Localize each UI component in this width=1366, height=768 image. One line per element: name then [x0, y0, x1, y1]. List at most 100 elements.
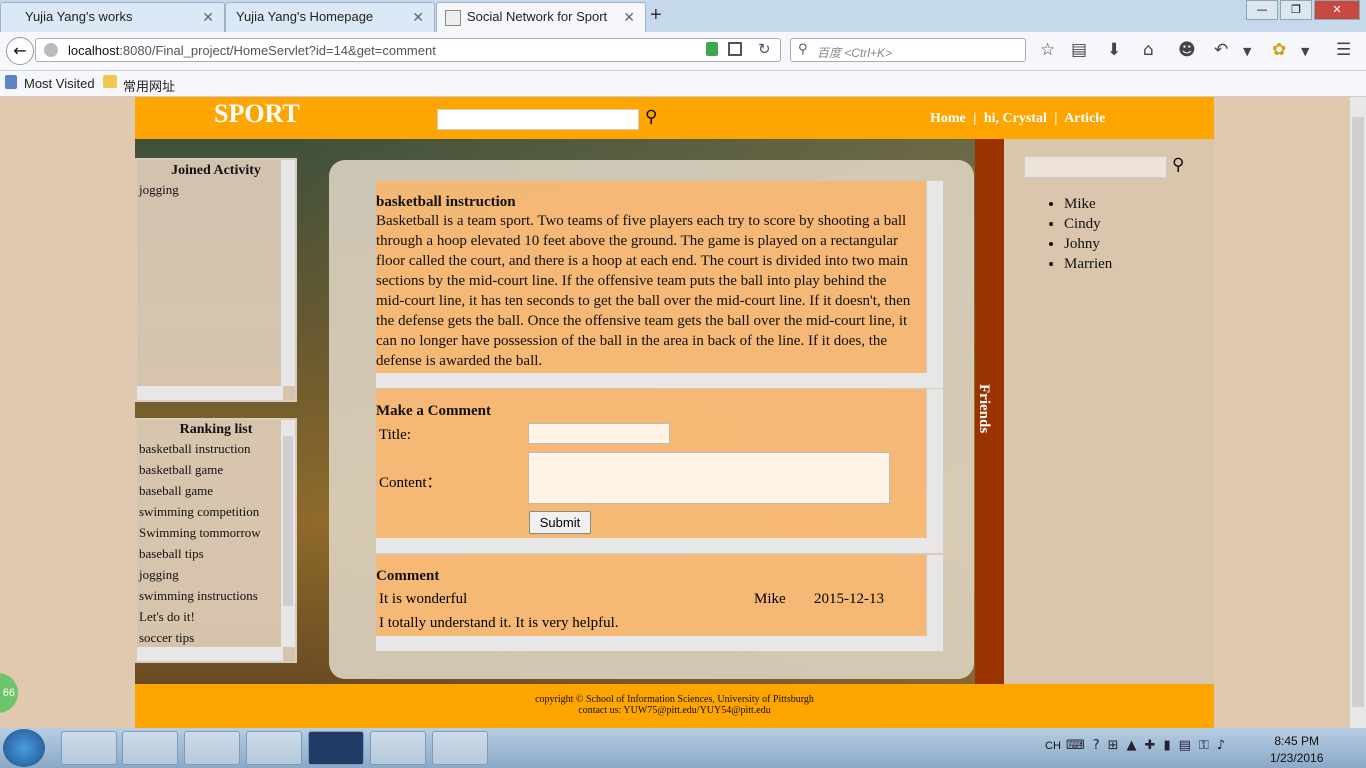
- friend-search-input[interactable]: [1024, 156, 1167, 178]
- clock[interactable]: 8:45 PM 1/23/2016: [1270, 733, 1323, 767]
- tab-works[interactable]: Yujia Yang's works ✕: [0, 2, 225, 32]
- vertical-scrollbar[interactable]: [281, 160, 295, 386]
- tab-label: Social Network for Sport: [467, 9, 608, 24]
- nav-home[interactable]: Home: [930, 111, 966, 126]
- tab-label: Yujia Yang's works: [25, 9, 133, 24]
- site-search-input[interactable]: [437, 109, 639, 130]
- title-label: Title:: [379, 427, 411, 443]
- home-icon[interactable]: ⌂: [1143, 40, 1154, 60]
- form-horizontal-scrollbar[interactable]: [376, 538, 943, 553]
- ranking-item[interactable]: Swimming tommorrow: [139, 522, 295, 543]
- ranking-item[interactable]: soccer tips: [139, 627, 295, 646]
- language-indicator[interactable]: CH: [1045, 740, 1061, 752]
- menu-icon[interactable]: ☰: [1336, 40, 1351, 60]
- ranking-item[interactable]: Let's do it!: [139, 606, 295, 627]
- bookmarks-bar: Most Visited 常用网址: [0, 71, 1366, 97]
- browser-search-input[interactable]: ⚲ 百度 <Ctrl+K>: [790, 38, 1026, 62]
- form-vertical-scrollbar[interactable]: [927, 389, 943, 538]
- comment-form-box: Make a Comment Title: Content： Submit: [376, 389, 926, 538]
- extension-icon[interactable]: ✿: [1272, 40, 1286, 60]
- article-vertical-scrollbar[interactable]: [927, 181, 943, 373]
- shield-icon[interactable]: [706, 42, 718, 56]
- nav-article[interactable]: Article: [1064, 111, 1105, 126]
- bookmark-icon: [5, 75, 17, 89]
- explorer-icon[interactable]: [61, 731, 117, 765]
- clock-time: 8:45 PM: [1274, 734, 1320, 748]
- new-tab-button[interactable]: +: [650, 4, 662, 27]
- content-label: Content：: [379, 475, 442, 491]
- ranking-list-panel: Ranking list basketball instruction bask…: [135, 418, 297, 663]
- ranking-item[interactable]: basketball game: [139, 459, 295, 480]
- maximize-icon[interactable]: ❐: [1280, 0, 1312, 20]
- comment-form-heading: Make a Comment: [376, 403, 491, 419]
- friends-label[interactable]: Friends: [975, 384, 992, 433]
- friend-item[interactable]: Johny: [1064, 234, 1112, 254]
- comment-author[interactable]: Mike: [754, 591, 786, 608]
- tab-homepage[interactable]: Yujia Yang's Homepage ✕: [225, 2, 435, 32]
- close-window-icon[interactable]: ✕: [1314, 0, 1360, 20]
- virtualbox-icon[interactable]: [370, 731, 426, 765]
- article-horizontal-scrollbar[interactable]: [376, 373, 943, 388]
- chevron-down-icon[interactable]: ▼: [1243, 45, 1251, 58]
- firefox-icon[interactable]: [184, 731, 240, 765]
- system-tray-icons[interactable]: ⌨?⊞▲✚▮▤⚿♪: [1066, 738, 1246, 758]
- submit-button[interactable]: Submit: [529, 511, 591, 534]
- search-placeholder: 百度 <Ctrl+K>: [817, 46, 893, 60]
- clock-date: 1/23/2016: [1270, 751, 1324, 765]
- comment-text: I totally understand it. It is very help…: [379, 615, 619, 631]
- ranking-item[interactable]: baseball game: [139, 480, 295, 501]
- word-icon[interactable]: [432, 731, 488, 765]
- comments-horizontal-scrollbar[interactable]: [376, 636, 943, 651]
- start-button[interactable]: [3, 729, 45, 767]
- article-title: basketball instruction: [376, 194, 516, 210]
- chevron-down-icon[interactable]: ▼: [1301, 45, 1309, 58]
- reload-icon[interactable]: ↻: [758, 40, 771, 58]
- url-bar[interactable]: localhost:8080/Final_project/HomeServlet…: [35, 38, 781, 62]
- qr-code-icon[interactable]: [728, 42, 742, 56]
- undo-icon[interactable]: ↶: [1214, 40, 1228, 60]
- reading-list-icon[interactable]: ▤: [1071, 40, 1087, 60]
- ranking-item[interactable]: jogging: [139, 564, 295, 585]
- photoshop-icon[interactable]: [308, 731, 364, 765]
- footer-contact: contact us: YUW75@pitt.edu/YUY54@pitt.ed…: [578, 705, 771, 716]
- document-viewer-icon[interactable]: [122, 731, 178, 765]
- close-icon[interactable]: ✕: [412, 9, 424, 26]
- chat-icon[interactable]: ☻: [1178, 40, 1196, 60]
- ranking-item[interactable]: basketball instruction: [139, 438, 295, 459]
- search-icon: ⚲: [798, 42, 808, 57]
- nav-user[interactable]: hi, Crystal: [984, 111, 1047, 126]
- joined-activity-item[interactable]: jogging: [137, 179, 295, 200]
- comments-vertical-scrollbar[interactable]: [927, 555, 943, 636]
- back-button[interactable]: ←: [6, 37, 34, 65]
- page-scrollbar-thumb[interactable]: [1352, 117, 1364, 707]
- scrollbar-thumb[interactable]: [283, 436, 293, 606]
- download-icon[interactable]: ⬇: [1107, 40, 1121, 60]
- vertical-scrollbar[interactable]: [281, 420, 295, 647]
- folder-icon: [103, 75, 117, 88]
- close-icon[interactable]: ✕: [623, 9, 635, 26]
- minimize-icon[interactable]: —: [1246, 0, 1278, 20]
- bookmark-star-icon[interactable]: ☆: [1040, 40, 1055, 60]
- friend-item[interactable]: Mike: [1064, 194, 1112, 214]
- friend-item[interactable]: Marrien: [1064, 254, 1112, 274]
- horizontal-scrollbar[interactable]: [137, 647, 283, 661]
- comment-title-input[interactable]: [528, 423, 670, 444]
- app-icon[interactable]: [246, 731, 302, 765]
- speed-badge[interactable]: 66: [0, 673, 18, 713]
- horizontal-scrollbar[interactable]: [137, 386, 283, 400]
- page-scrollbar[interactable]: [1350, 97, 1366, 728]
- comment-content-textarea[interactable]: [528, 452, 890, 504]
- bookmark-folder[interactable]: 常用网址: [123, 76, 175, 95]
- close-icon[interactable]: ✕: [202, 9, 214, 26]
- ranking-item[interactable]: baseball tips: [139, 543, 295, 564]
- site-logo[interactable]: SPORT: [214, 99, 300, 129]
- bookmark-most-visited[interactable]: Most Visited: [24, 76, 95, 91]
- site-footer: copyright © School of Information Scienc…: [135, 684, 1214, 728]
- friend-item[interactable]: Cindy: [1064, 214, 1112, 234]
- tab-social-network[interactable]: Social Network for Sport ✕: [436, 2, 646, 32]
- ranking-item[interactable]: swimming instructions: [139, 585, 295, 606]
- comment-date: 2015-12-13: [814, 591, 884, 607]
- ranking-item[interactable]: swimming competition: [139, 501, 295, 522]
- search-icon[interactable]: ⚲: [1172, 155, 1184, 175]
- search-icon[interactable]: ⚲: [645, 107, 657, 127]
